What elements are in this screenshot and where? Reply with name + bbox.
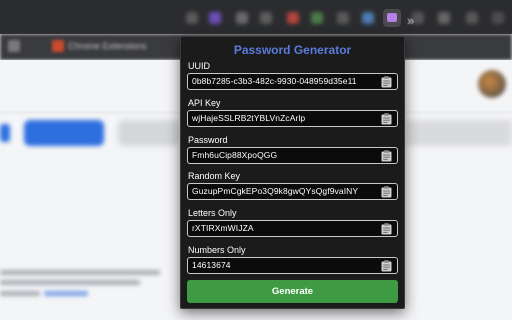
browser-toolbar (0, 0, 512, 34)
password-value[interactable]: Fmh6uCip88XpoQGG (192, 150, 277, 160)
popup-title: Password Generator (233, 43, 352, 57)
random-key-label: Random Key (188, 171, 241, 181)
avatar[interactable] (478, 70, 506, 98)
page-text (0, 270, 160, 275)
page-text (0, 291, 40, 296)
password-generator-popup: Password Generator UUID 0b8b7285-c3b3-48… (180, 36, 405, 309)
menu-icon[interactable] (466, 12, 478, 24)
extension-icon[interactable] (236, 12, 248, 24)
bookmark-icon (52, 40, 64, 52)
page-button[interactable] (0, 124, 10, 142)
extension-icon[interactable] (209, 12, 221, 24)
clipboard-icon[interactable] (381, 223, 392, 235)
extension-icon[interactable] (287, 12, 299, 24)
page-primary-button[interactable] (24, 120, 104, 146)
password-generator-extension-icon[interactable] (383, 9, 401, 27)
numbers-only-value[interactable]: 14613674 (192, 260, 231, 270)
letters-only-field[interactable]: rXTIRXmWIJZA (187, 220, 398, 237)
letters-only-label: Letters Only (188, 208, 237, 218)
page-block (406, 120, 512, 146)
api-key-label: API Key (188, 98, 221, 108)
numbers-only-field[interactable]: 14613674 (187, 257, 398, 274)
password-label: Password (188, 135, 228, 145)
bookmark-label[interactable]: Chrome Extensions (68, 41, 147, 51)
clipboard-icon[interactable] (381, 186, 392, 198)
api-key-field[interactable]: wjHajeSSLRB2tYBLVnZcArlp (187, 110, 398, 127)
uuid-value[interactable]: 0b8b7285-c3b3-482c-9930-048959d35e11 (192, 76, 357, 86)
random-key-field[interactable]: GuzupPmCgkEPo3Q9k8gwQYsQgf9vaINY (187, 183, 398, 200)
extension-icon[interactable] (362, 12, 374, 24)
extension-icon[interactable] (186, 12, 198, 24)
uuid-field[interactable]: 0b8b7285-c3b3-482c-9930-048959d35e11 (187, 73, 398, 90)
extension-icon[interactable] (260, 12, 272, 24)
page-link[interactable] (44, 291, 88, 296)
clipboard-icon[interactable] (381, 113, 392, 125)
menu-icon[interactable] (492, 12, 504, 24)
uuid-label: UUID (188, 61, 210, 71)
api-key-value[interactable]: wjHajeSSLRB2tYBLVnZcArlp (192, 113, 305, 123)
page-secondary-button[interactable] (118, 120, 180, 146)
generate-button[interactable]: Generate (187, 280, 398, 303)
bookmark-icon (8, 40, 20, 52)
page-text (0, 280, 140, 285)
extension-icon[interactable] (337, 12, 349, 24)
clipboard-icon[interactable] (381, 76, 392, 88)
letters-only-value[interactable]: rXTIRXmWIJZA (192, 223, 254, 233)
random-key-value[interactable]: GuzupPmCgkEPo3Q9k8gwQYsQgf9vaINY (192, 186, 358, 196)
extension-icon[interactable] (311, 12, 323, 24)
clipboard-icon[interactable] (381, 150, 392, 162)
numbers-only-label: Numbers Only (188, 245, 246, 255)
profile-icon[interactable] (438, 12, 450, 24)
password-field[interactable]: Fmh6uCip88XpoQGG (187, 147, 398, 164)
more-options-icon[interactable]: » (407, 14, 414, 27)
clipboard-icon[interactable] (381, 260, 392, 272)
